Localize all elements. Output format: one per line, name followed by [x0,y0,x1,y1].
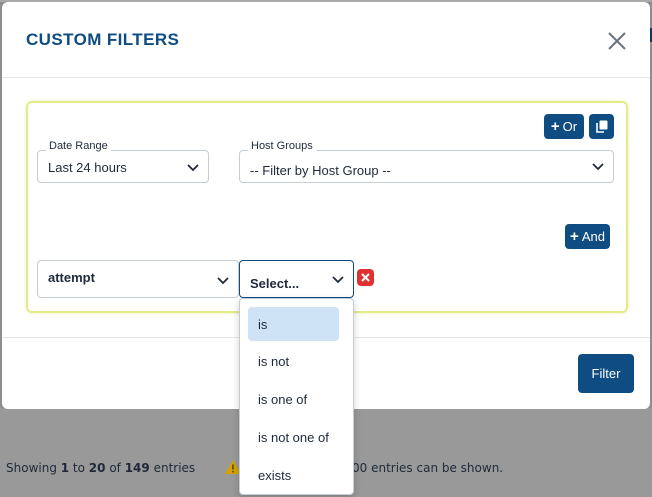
chevron-down-icon [187,164,199,172]
dropdown-option-is-not[interactable]: is not [248,344,339,378]
entries-limit-warning: 00 entries can be shown. [352,461,504,475]
filter-button[interactable]: Filter [578,354,634,393]
host-groups-select[interactable]: -- Filter by Host Group -- [239,150,614,183]
operator-select[interactable]: Select... [239,260,354,298]
copy-icon [595,120,607,133]
plus-icon: + [570,228,579,245]
field-select[interactable]: attempt [37,260,239,298]
remove-condition-button[interactable] [357,269,374,286]
date-range-select[interactable]: Last 24 hours [37,150,209,183]
host-groups-value: -- Filter by Host Group -- [250,163,391,178]
dropdown-option-is-one-of[interactable]: is one of [248,382,339,416]
duplicate-button[interactable] [589,114,614,139]
chevron-down-icon [217,277,229,285]
dropdown-option-is-not-one-of[interactable]: is not one of [248,420,339,454]
add-and-button[interactable]: + And [565,224,610,249]
add-or-button[interactable]: + Or [544,114,584,139]
dropdown-option-exists[interactable]: exists [248,458,339,492]
modal-header: CUSTOM FILTERS [2,2,650,78]
plus-icon: + [550,118,560,135]
close-icon[interactable] [606,30,628,52]
entries-info: Showing 1 to 20 of 149 entries [6,461,196,475]
modal-title: CUSTOM FILTERS [26,30,180,49]
date-range-value: Last 24 hours [48,160,127,175]
field-select-value: attempt [48,270,95,285]
chevron-down-icon [592,163,604,171]
dropdown-option-is[interactable]: is [248,307,339,341]
chevron-down-icon [332,276,344,284]
operator-select-value: Select... [250,276,300,291]
date-range-label: Date Range [46,140,111,152]
close-icon [361,273,370,282]
operator-dropdown-menu: is is not is one of is not one of exists [239,298,354,495]
host-groups-label: Host Groups [248,140,316,152]
